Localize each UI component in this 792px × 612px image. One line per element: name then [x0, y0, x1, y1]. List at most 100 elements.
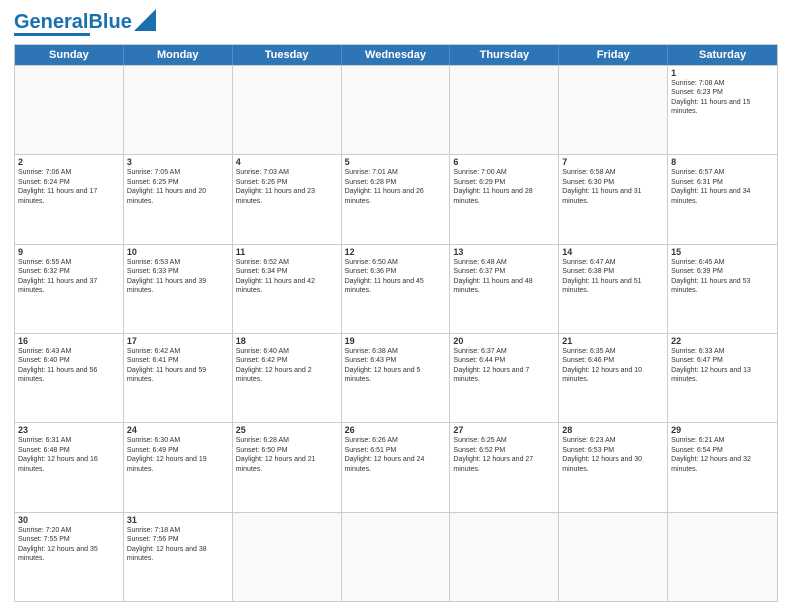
calendar-cell: 17Sunrise: 6:42 AM Sunset: 6:41 PM Dayli…	[124, 334, 233, 422]
day-sun-info: Sunrise: 6:47 AM Sunset: 6:38 PM Dayligh…	[562, 258, 664, 296]
day-number: 29	[671, 425, 774, 435]
calendar-cell	[342, 513, 451, 601]
calendar-cell: 2Sunrise: 7:06 AM Sunset: 6:24 PM Daylig…	[15, 155, 124, 243]
calendar-cell: 11Sunrise: 6:52 AM Sunset: 6:34 PM Dayli…	[233, 245, 342, 333]
day-sun-info: Sunrise: 7:03 AM Sunset: 6:26 PM Dayligh…	[236, 168, 338, 206]
calendar-cell: 28Sunrise: 6:23 AM Sunset: 6:53 PM Dayli…	[559, 423, 668, 511]
calendar-row-5: 30Sunrise: 7:20 AM Sunset: 7:55 PM Dayli…	[15, 512, 777, 601]
day-sun-info: Sunrise: 7:00 AM Sunset: 6:29 PM Dayligh…	[453, 168, 555, 206]
day-sun-info: Sunrise: 7:08 AM Sunset: 6:23 PM Dayligh…	[671, 79, 774, 117]
day-sun-info: Sunrise: 6:55 AM Sunset: 6:32 PM Dayligh…	[18, 258, 120, 296]
calendar-cell: 6Sunrise: 7:00 AM Sunset: 6:29 PM Daylig…	[450, 155, 559, 243]
calendar-cell: 25Sunrise: 6:28 AM Sunset: 6:50 PM Dayli…	[233, 423, 342, 511]
calendar-cell: 1Sunrise: 7:08 AM Sunset: 6:23 PM Daylig…	[668, 66, 777, 154]
calendar-cell	[15, 66, 124, 154]
day-number: 18	[236, 336, 338, 346]
day-sun-info: Sunrise: 7:18 AM Sunset: 7:56 PM Dayligh…	[127, 526, 229, 564]
day-number: 23	[18, 425, 120, 435]
weekday-header-thursday: Thursday	[450, 45, 559, 65]
day-number: 27	[453, 425, 555, 435]
calendar-cell: 4Sunrise: 7:03 AM Sunset: 6:26 PM Daylig…	[233, 155, 342, 243]
calendar-cell: 3Sunrise: 7:05 AM Sunset: 6:25 PM Daylig…	[124, 155, 233, 243]
calendar-cell: 16Sunrise: 6:43 AM Sunset: 6:40 PM Dayli…	[15, 334, 124, 422]
day-sun-info: Sunrise: 6:31 AM Sunset: 6:48 PM Dayligh…	[18, 436, 120, 474]
weekday-header-friday: Friday	[559, 45, 668, 65]
calendar-cell	[342, 66, 451, 154]
day-number: 21	[562, 336, 664, 346]
logo-underline	[14, 33, 90, 36]
page-header: GeneralBlue	[14, 12, 778, 36]
day-sun-info: Sunrise: 7:20 AM Sunset: 7:55 PM Dayligh…	[18, 526, 120, 564]
calendar-cell: 10Sunrise: 6:53 AM Sunset: 6:33 PM Dayli…	[124, 245, 233, 333]
calendar-cell: 14Sunrise: 6:47 AM Sunset: 6:38 PM Dayli…	[559, 245, 668, 333]
calendar-cell: 20Sunrise: 6:37 AM Sunset: 6:44 PM Dayli…	[450, 334, 559, 422]
weekday-header-saturday: Saturday	[668, 45, 777, 65]
calendar-cell: 18Sunrise: 6:40 AM Sunset: 6:42 PM Dayli…	[233, 334, 342, 422]
day-sun-info: Sunrise: 6:30 AM Sunset: 6:49 PM Dayligh…	[127, 436, 229, 474]
day-sun-info: Sunrise: 6:37 AM Sunset: 6:44 PM Dayligh…	[453, 347, 555, 385]
calendar-cell	[559, 66, 668, 154]
calendar-cell	[450, 66, 559, 154]
day-sun-info: Sunrise: 6:52 AM Sunset: 6:34 PM Dayligh…	[236, 258, 338, 296]
calendar-cell: 27Sunrise: 6:25 AM Sunset: 6:52 PM Dayli…	[450, 423, 559, 511]
day-number: 16	[18, 336, 120, 346]
calendar-row-3: 16Sunrise: 6:43 AM Sunset: 6:40 PM Dayli…	[15, 333, 777, 422]
calendar-body: 1Sunrise: 7:08 AM Sunset: 6:23 PM Daylig…	[15, 65, 777, 601]
day-number: 8	[671, 157, 774, 167]
calendar-row-1: 2Sunrise: 7:06 AM Sunset: 6:24 PM Daylig…	[15, 154, 777, 243]
day-number: 13	[453, 247, 555, 257]
calendar-cell: 21Sunrise: 6:35 AM Sunset: 6:46 PM Dayli…	[559, 334, 668, 422]
day-number: 9	[18, 247, 120, 257]
day-number: 5	[345, 157, 447, 167]
calendar-cell: 9Sunrise: 6:55 AM Sunset: 6:32 PM Daylig…	[15, 245, 124, 333]
day-number: 17	[127, 336, 229, 346]
logo: GeneralBlue	[14, 12, 156, 36]
day-number: 12	[345, 247, 447, 257]
calendar-cell	[233, 66, 342, 154]
day-sun-info: Sunrise: 6:42 AM Sunset: 6:41 PM Dayligh…	[127, 347, 229, 385]
calendar-cell	[124, 66, 233, 154]
day-number: 2	[18, 157, 120, 167]
calendar-row-4: 23Sunrise: 6:31 AM Sunset: 6:48 PM Dayli…	[15, 422, 777, 511]
calendar-page: GeneralBlue SundayMondayTuesdayWednesday…	[0, 0, 792, 612]
calendar-cell: 8Sunrise: 6:57 AM Sunset: 6:31 PM Daylig…	[668, 155, 777, 243]
day-number: 25	[236, 425, 338, 435]
day-sun-info: Sunrise: 6:28 AM Sunset: 6:50 PM Dayligh…	[236, 436, 338, 474]
weekday-header-sunday: Sunday	[15, 45, 124, 65]
day-number: 30	[18, 515, 120, 525]
calendar-cell: 12Sunrise: 6:50 AM Sunset: 6:36 PM Dayli…	[342, 245, 451, 333]
day-sun-info: Sunrise: 6:38 AM Sunset: 6:43 PM Dayligh…	[345, 347, 447, 385]
day-number: 4	[236, 157, 338, 167]
logo-blue: Blue	[88, 11, 131, 33]
calendar-cell: 30Sunrise: 7:20 AM Sunset: 7:55 PM Dayli…	[15, 513, 124, 601]
day-number: 6	[453, 157, 555, 167]
day-sun-info: Sunrise: 6:33 AM Sunset: 6:47 PM Dayligh…	[671, 347, 774, 385]
day-number: 11	[236, 247, 338, 257]
day-number: 10	[127, 247, 229, 257]
calendar-row-2: 9Sunrise: 6:55 AM Sunset: 6:32 PM Daylig…	[15, 244, 777, 333]
day-number: 1	[671, 68, 774, 78]
calendar-grid: SundayMondayTuesdayWednesdayThursdayFrid…	[14, 44, 778, 602]
calendar-cell: 31Sunrise: 7:18 AM Sunset: 7:56 PM Dayli…	[124, 513, 233, 601]
calendar-cell: 5Sunrise: 7:01 AM Sunset: 6:28 PM Daylig…	[342, 155, 451, 243]
day-number: 20	[453, 336, 555, 346]
day-sun-info: Sunrise: 6:35 AM Sunset: 6:46 PM Dayligh…	[562, 347, 664, 385]
logo-general: General	[14, 11, 88, 33]
weekday-header-wednesday: Wednesday	[342, 45, 451, 65]
day-sun-info: Sunrise: 6:23 AM Sunset: 6:53 PM Dayligh…	[562, 436, 664, 474]
day-sun-info: Sunrise: 6:25 AM Sunset: 6:52 PM Dayligh…	[453, 436, 555, 474]
calendar-row-0: 1Sunrise: 7:08 AM Sunset: 6:23 PM Daylig…	[15, 65, 777, 154]
day-sun-info: Sunrise: 6:40 AM Sunset: 6:42 PM Dayligh…	[236, 347, 338, 385]
weekday-header-monday: Monday	[124, 45, 233, 65]
calendar-header: SundayMondayTuesdayWednesdayThursdayFrid…	[15, 45, 777, 65]
weekday-header-tuesday: Tuesday	[233, 45, 342, 65]
day-number: 26	[345, 425, 447, 435]
day-sun-info: Sunrise: 6:45 AM Sunset: 6:39 PM Dayligh…	[671, 258, 774, 296]
day-sun-info: Sunrise: 7:05 AM Sunset: 6:25 PM Dayligh…	[127, 168, 229, 206]
day-sun-info: Sunrise: 6:57 AM Sunset: 6:31 PM Dayligh…	[671, 168, 774, 206]
day-number: 7	[562, 157, 664, 167]
day-number: 14	[562, 247, 664, 257]
day-sun-info: Sunrise: 6:26 AM Sunset: 6:51 PM Dayligh…	[345, 436, 447, 474]
day-number: 22	[671, 336, 774, 346]
day-number: 28	[562, 425, 664, 435]
